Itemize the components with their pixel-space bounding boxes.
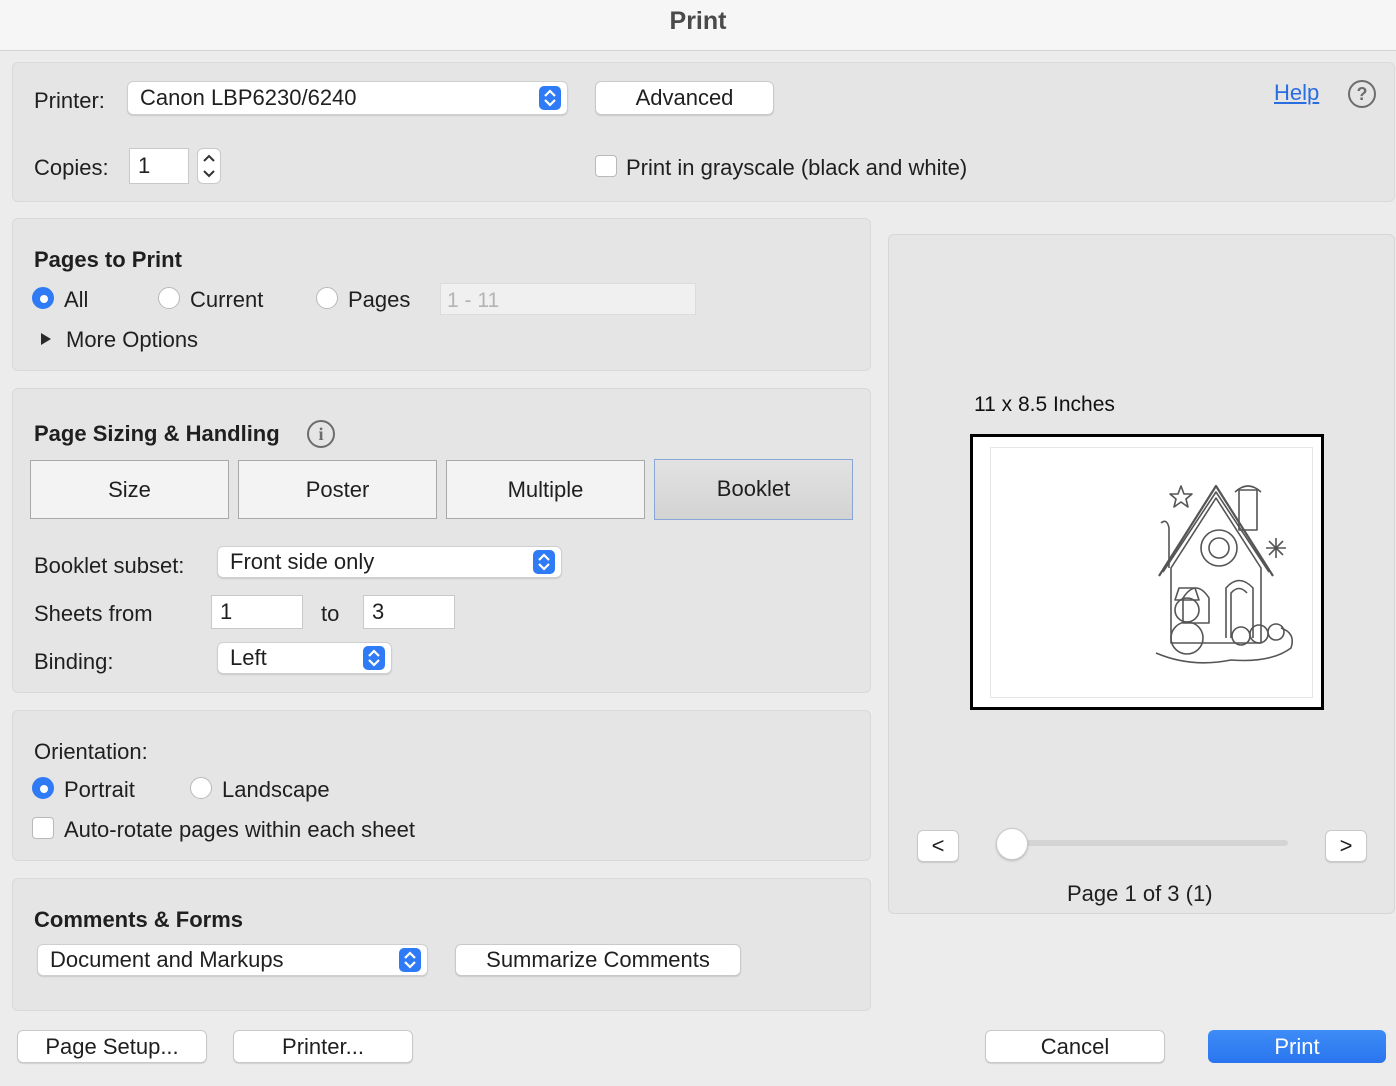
binding-select[interactable]: Left: [217, 642, 392, 674]
stepper-arrows-icon: [203, 154, 215, 178]
tab-size[interactable]: Size: [30, 460, 229, 519]
gingerbread-house-illustration: [1155, 484, 1294, 664]
grayscale-label: Print in grayscale (black and white): [626, 155, 968, 180]
copies-stepper[interactable]: [197, 148, 221, 184]
page-range-placeholder: 1 - 11: [447, 289, 500, 312]
booklet-subset-select[interactable]: Front side only: [217, 546, 562, 578]
sheets-to-label: to: [321, 601, 340, 626]
printer-select[interactable]: Canon LBP6230/6240: [127, 81, 568, 115]
radio-pages[interactable]: [316, 287, 338, 309]
summarize-comments-button[interactable]: Summarize Comments: [455, 944, 741, 976]
info-icon[interactable]: i: [307, 420, 335, 448]
preview-size-label: 11 x 8.5 Inches: [974, 393, 1115, 416]
help-link[interactable]: Help: [1274, 80, 1319, 106]
prev-page-button[interactable]: <: [917, 830, 959, 862]
comments-forms-value: Document and Markups: [50, 947, 284, 972]
chevron-updown-icon: [363, 646, 385, 670]
grayscale-checkbox[interactable]: [595, 155, 617, 177]
sheets-from-label: Sheets from: [34, 601, 153, 626]
radio-all[interactable]: [32, 287, 54, 309]
more-options-label[interactable]: More Options: [66, 327, 198, 353]
sheets-from-input[interactable]: 1: [211, 595, 303, 629]
tab-booklet[interactable]: Booklet: [654, 459, 853, 520]
copies-input[interactable]: 1: [129, 148, 189, 184]
disclosure-triangle-icon[interactable]: [40, 332, 52, 351]
radio-landscape-label: Landscape: [222, 777, 330, 802]
cancel-button[interactable]: Cancel: [985, 1030, 1165, 1063]
copies-value: 1: [138, 153, 151, 178]
page-range-input[interactable]: 1 - 11: [440, 283, 696, 315]
radio-all-label: All: [64, 287, 89, 312]
sheets-to-value: 3: [372, 599, 385, 624]
radio-current-label: Current: [190, 287, 264, 312]
booklet-subset-value: Front side only: [230, 549, 375, 574]
radio-pages-label: Pages: [348, 287, 411, 312]
sheets-to-input[interactable]: 3: [363, 595, 455, 629]
tab-poster[interactable]: Poster: [238, 460, 437, 519]
chevron-updown-icon: [399, 948, 421, 972]
radio-landscape[interactable]: [190, 777, 212, 799]
page-slider-thumb[interactable]: [996, 828, 1028, 860]
chevron-updown-icon: [533, 550, 555, 574]
help-icon[interactable]: ?: [1348, 80, 1376, 108]
page-slider-track[interactable]: [1012, 840, 1288, 846]
tab-multiple[interactable]: Multiple: [446, 460, 645, 519]
autorotate-label: Auto-rotate pages within each sheet: [64, 817, 416, 842]
radio-current[interactable]: [158, 287, 180, 309]
booklet-subset-label: Booklet subset:: [34, 553, 185, 578]
radio-portrait[interactable]: [32, 777, 54, 799]
binding-value: Left: [230, 645, 267, 670]
advanced-button[interactable]: Advanced: [595, 81, 774, 115]
pages-to-print-heading: Pages to Print: [34, 247, 182, 272]
print-button[interactable]: Print: [1208, 1030, 1386, 1063]
preview-page: [970, 434, 1324, 710]
orientation-heading: Orientation:: [34, 739, 148, 764]
printer-value: Canon LBP6230/6240: [140, 85, 357, 110]
printer-label: Printer:: [34, 88, 105, 113]
preview-page-content: [991, 448, 1312, 697]
autorotate-checkbox[interactable]: [32, 817, 54, 839]
radio-portrait-label: Portrait: [64, 777, 135, 802]
page-setup-button[interactable]: Page Setup...: [17, 1030, 207, 1063]
page-sizing-heading: Page Sizing & Handling: [34, 421, 280, 446]
binding-label: Binding:: [34, 649, 114, 674]
copies-label: Copies:: [34, 155, 109, 180]
window-title: Print: [0, 0, 1396, 51]
comments-forms-heading: Comments & Forms: [34, 907, 244, 932]
comments-forms-select[interactable]: Document and Markups: [37, 944, 428, 976]
next-page-button[interactable]: >: [1325, 830, 1367, 862]
page-status-label: Page 1 of 3 (1): [1067, 881, 1213, 906]
chevron-updown-icon: [539, 86, 561, 110]
sheets-from-value: 1: [220, 599, 233, 624]
printer-button[interactable]: Printer...: [233, 1030, 413, 1063]
